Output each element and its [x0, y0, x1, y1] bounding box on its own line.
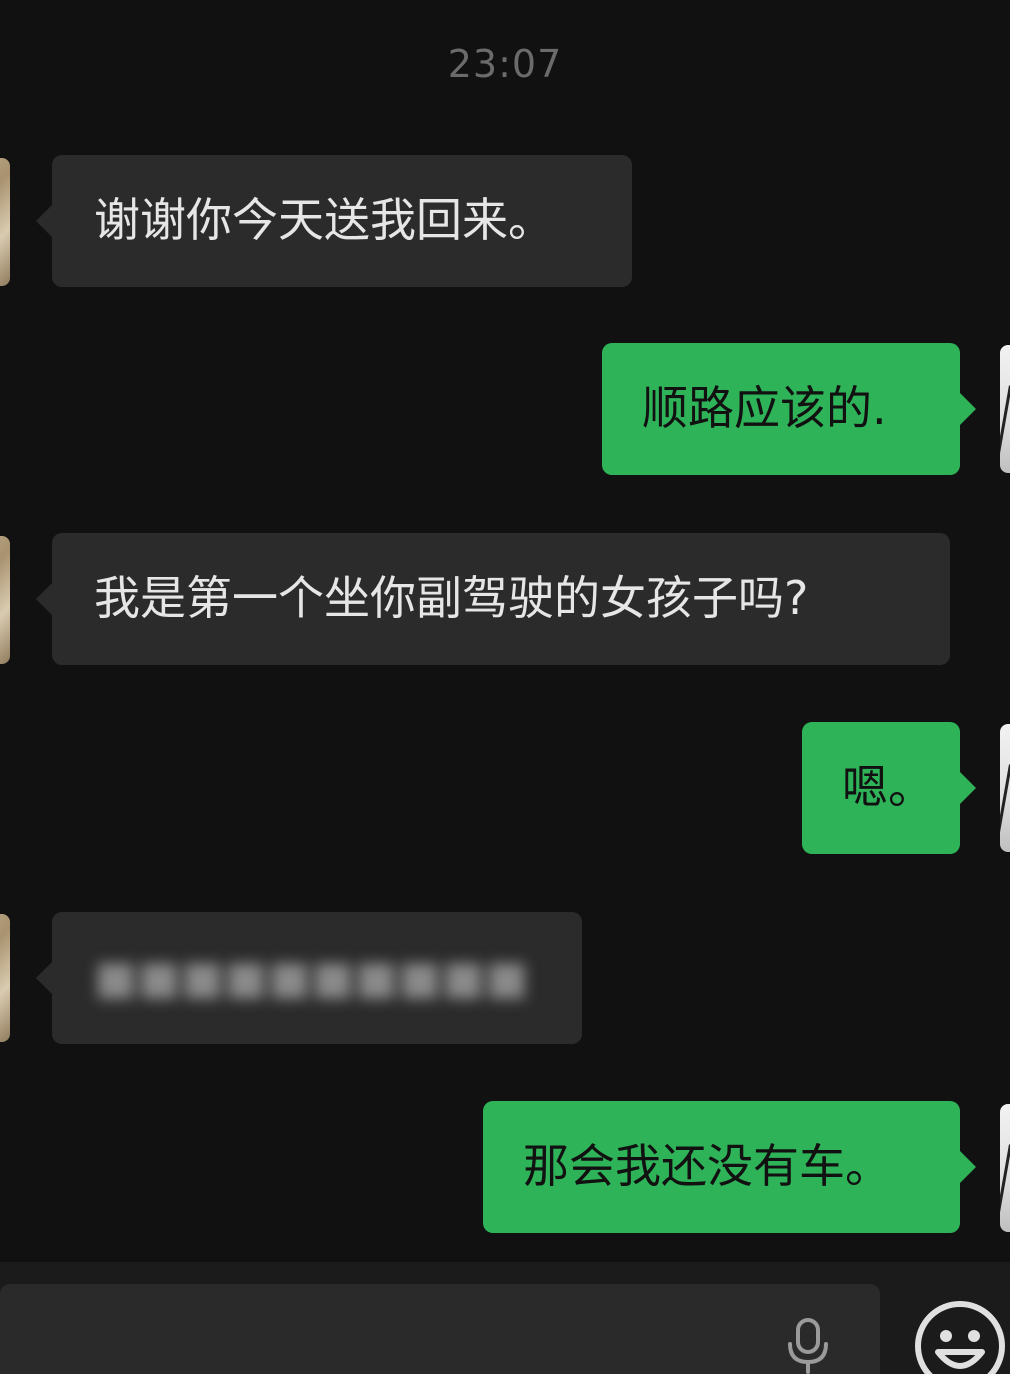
- contact-avatar[interactable]: [0, 158, 10, 286]
- outgoing-message-bubble[interactable]: 那会我还没有车。: [483, 1101, 976, 1233]
- user-avatar[interactable]: [1000, 1104, 1010, 1232]
- contact-avatar[interactable]: [0, 914, 10, 1042]
- user-avatar[interactable]: [1000, 345, 1010, 473]
- message-text: 顺路应该的.: [642, 381, 887, 436]
- microphone-icon[interactable]: [784, 1316, 832, 1374]
- chat-screen: 23:07 谢谢你今天送我回来。 顺路应该的. 我是第一个坐你副驾驶的女孩子吗?…: [0, 0, 1010, 1374]
- message-text: 嗯。: [842, 760, 934, 815]
- message-text: 那会我还没有车。: [523, 1139, 891, 1194]
- message-timestamp: 23:07: [447, 42, 563, 86]
- incoming-message-bubble[interactable]: 谢谢你今天送我回来。: [36, 155, 632, 287]
- outgoing-message-bubble[interactable]: 嗯。: [802, 722, 976, 854]
- message-text: 谢谢你今天送我回来。: [94, 193, 554, 248]
- user-avatar[interactable]: [1000, 724, 1010, 852]
- outgoing-message-bubble[interactable]: 顺路应该的.: [602, 343, 976, 475]
- redacted-message-bubble[interactable]: ■■■■■■■■■■: [36, 912, 582, 1044]
- incoming-message-bubble[interactable]: 我是第一个坐你副驾驶的女孩子吗?: [36, 533, 950, 665]
- emoji-smile-icon[interactable]: [914, 1300, 1006, 1374]
- contact-avatar[interactable]: [0, 536, 10, 664]
- message-input[interactable]: [0, 1284, 880, 1374]
- message-text: 我是第一个坐你副驾驶的女孩子吗?: [94, 571, 809, 626]
- redacted-message-text: ■■■■■■■■■■: [94, 950, 529, 1005]
